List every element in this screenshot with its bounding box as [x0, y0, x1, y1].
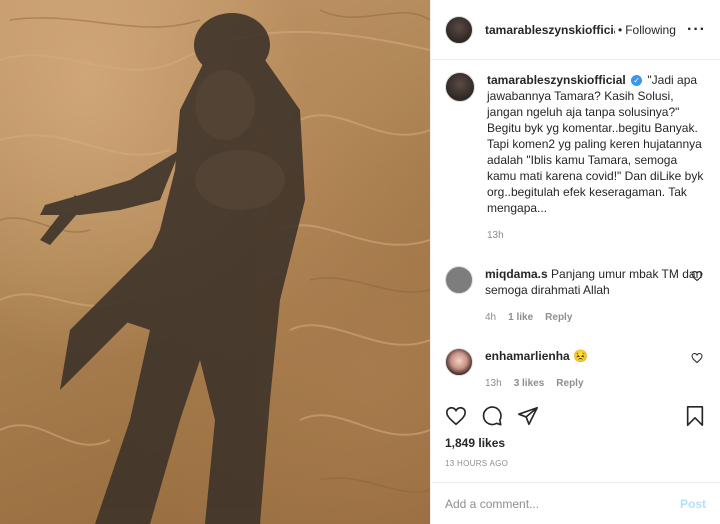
comment-username[interactable]: enhamarlienha: [485, 349, 570, 363]
add-comment-bar: Post: [431, 482, 720, 524]
instagram-post: tamarableszynskiofficial • Following ···…: [0, 0, 720, 524]
comment-likes[interactable]: 3 likes: [514, 376, 545, 392]
following-button[interactable]: Following: [625, 23, 676, 37]
post-comment-button[interactable]: Post: [680, 497, 706, 511]
likes-count[interactable]: 1,849 likes: [445, 436, 505, 450]
comment-meta: 4h 1 like Reply: [485, 310, 707, 326]
caption: tamarableszynskiofficial ✓ "Jadi apa jaw…: [445, 72, 707, 244]
caption-time[interactable]: 13h: [487, 228, 504, 244]
comment-item: enhamarlienha 😣 13h 3 likes Reply: [445, 348, 707, 392]
bookmark-icon[interactable]: [684, 405, 706, 430]
comments-section: tamarableszynskiofficial ✓ "Jadi apa jaw…: [431, 72, 720, 392]
comment-text: 😣: [573, 349, 588, 363]
post-photo[interactable]: [0, 0, 430, 524]
post-time[interactable]: 13 HOURS AGO: [445, 459, 508, 468]
caption-meta: 13h: [487, 228, 707, 244]
share-icon[interactable]: [517, 405, 539, 430]
header-username[interactable]: tamarableszynskiofficial: [485, 23, 615, 37]
comment-username[interactable]: miqdama.s: [485, 267, 548, 281]
commenter-avatar[interactable]: [445, 266, 473, 294]
comment-heart-icon[interactable]: [691, 352, 703, 367]
caption-username[interactable]: tamarableszynskiofficial: [487, 73, 626, 87]
avatar[interactable]: [445, 15, 473, 44]
comment-meta: 13h 3 likes Reply: [485, 376, 707, 392]
caption-body: tamarableszynskiofficial ✓ "Jadi apa jaw…: [487, 72, 707, 244]
comment-body: enhamarlienha 😣 13h 3 likes Reply: [485, 348, 707, 392]
comment-item: miqdama.s Panjang umur mbak TM dan semog…: [445, 266, 707, 326]
commenter-avatar[interactable]: [445, 348, 473, 376]
verified-badge-icon: ✓: [631, 75, 643, 87]
header-separator: •: [618, 22, 623, 37]
shadow-on-sand-image: [0, 9, 430, 524]
more-horizontal-icon[interactable]: ···: [687, 21, 706, 39]
comment-icon[interactable]: [481, 405, 503, 430]
caption-avatar[interactable]: [445, 72, 475, 102]
comment-time[interactable]: 4h: [485, 310, 496, 326]
comment-likes[interactable]: 1 like: [508, 310, 533, 326]
heart-icon[interactable]: [445, 405, 467, 430]
post-sidebar: tamarableszynskiofficial • Following ···…: [430, 0, 720, 524]
comment-heart-icon[interactable]: [691, 270, 703, 285]
post-header: tamarableszynskiofficial • Following ···: [431, 0, 720, 60]
reply-button[interactable]: Reply: [556, 376, 583, 392]
comment-body: miqdama.s Panjang umur mbak TM dan semog…: [485, 266, 707, 326]
comment-time[interactable]: 13h: [485, 376, 502, 392]
reply-button[interactable]: Reply: [545, 310, 572, 326]
comment-input[interactable]: [445, 496, 680, 511]
action-bar: [445, 403, 706, 431]
caption-text: "Jadi apa jawabannya Tamara? Kasih Solus…: [487, 73, 704, 215]
